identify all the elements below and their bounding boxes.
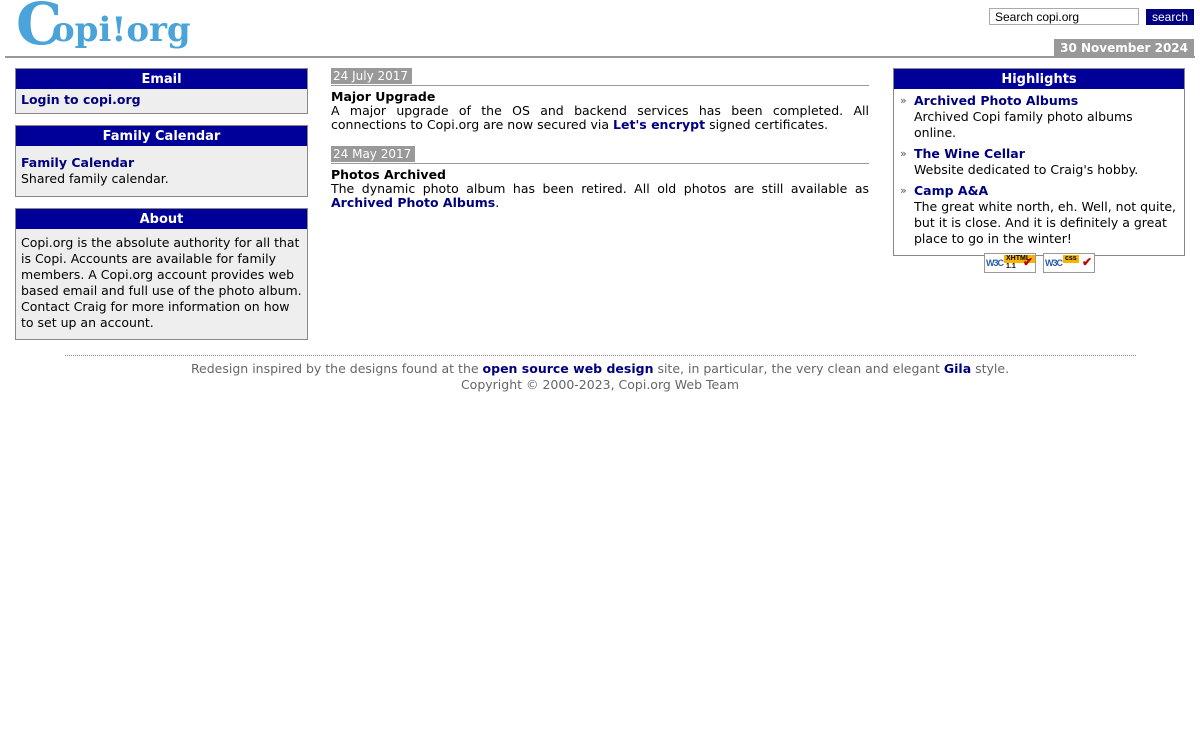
gila-link[interactable]: Gila	[944, 361, 971, 376]
about-box-title: About	[16, 209, 307, 229]
highlight-link-camp-aa[interactable]: Camp A&A	[914, 183, 988, 198]
news-date: 24 July 2017	[331, 68, 413, 84]
copyright: Copyright © 2000-2023, Copi.org Web Team	[460, 377, 740, 392]
calendar-description: Shared family calendar.	[21, 171, 169, 186]
news-item: 24 May 2017 Photos Archived The dynamic …	[331, 146, 869, 210]
lets-encrypt-link[interactable]: Let's encrypt	[613, 117, 705, 132]
news-title: Major Upgrade	[331, 89, 436, 104]
highlight-item: » Archived Photo Albums Archived Copi fa…	[898, 93, 1178, 141]
footer-divider	[65, 355, 1136, 356]
about-box: About Copi.org is the absolute authority…	[15, 208, 308, 340]
checkmark-icon: ✔	[1022, 255, 1033, 269]
highlight-item: » The Wine Cellar Website dedicated to C…	[898, 146, 1178, 178]
highlights-box: Highlights » Archived Photo Albums Archi…	[893, 68, 1185, 256]
family-calendar-link[interactable]: Family Calendar	[21, 155, 134, 170]
footer-credits: Redesign inspired by the designs found a…	[190, 361, 1010, 376]
highlights-title: Highlights	[894, 69, 1184, 89]
w3c-css-badge[interactable]: W3C css ✔	[1043, 253, 1095, 273]
highlight-text: Website dedicated to Craig's hobby.	[914, 162, 1139, 177]
archived-photo-albums-link[interactable]: Archived Photo Albums	[331, 195, 495, 210]
email-box-title: Email	[16, 69, 307, 89]
w3c-logo-icon: W3C	[1045, 258, 1063, 268]
search-input[interactable]	[989, 8, 1139, 25]
w3c-logo-icon: W3C	[986, 258, 1004, 268]
news-date: 24 May 2017	[331, 146, 416, 162]
header-divider	[5, 56, 1195, 58]
news-title: Photos Archived	[331, 167, 447, 182]
oswd-link[interactable]: open source web design	[483, 361, 654, 376]
footer: Redesign inspired by the designs found a…	[0, 361, 1200, 393]
bullet-icon: »	[900, 94, 907, 107]
email-box: Email Login to copi.org	[15, 68, 308, 114]
bullet-icon: »	[900, 184, 907, 197]
calendar-box: Family Calendar Family Calendar Shared f…	[15, 125, 308, 197]
news-item: 24 July 2017 Major Upgrade A major upgra…	[331, 68, 869, 132]
checkmark-icon: ✔	[1081, 255, 1092, 269]
highlight-text: Archived Copi family photo albums online…	[914, 109, 1133, 140]
news-column: 24 July 2017 Major Upgrade A major upgra…	[331, 68, 869, 224]
logo-text: opi!org	[52, 10, 191, 50]
highlight-link-wine-cellar[interactable]: The Wine Cellar	[914, 146, 1025, 161]
search-button[interactable]: search	[1146, 9, 1194, 25]
bullet-icon: »	[900, 147, 907, 160]
highlight-item: » Camp A&A The great white north, eh. We…	[898, 183, 1178, 247]
calendar-box-title: Family Calendar	[16, 126, 307, 146]
login-link[interactable]: Login to copi.org	[21, 92, 141, 107]
news-text: The dynamic photo album has been retired…	[331, 181, 869, 210]
site-logo[interactable]: C opi!org	[16, 0, 191, 54]
highlight-text: The great white north, eh. Well, not qui…	[914, 199, 1177, 246]
highlight-link-archived-photo-albums[interactable]: Archived Photo Albums	[914, 93, 1078, 108]
validation-badges: W3C XHTML 1.1 ✔ W3C css ✔	[984, 253, 1099, 273]
header: C opi!org search 30 November 2024	[0, 0, 1200, 58]
about-text: Copi.org is the absolute authority for a…	[21, 235, 302, 330]
current-date: 30 November 2024	[1054, 39, 1194, 56]
w3c-xhtml-badge[interactable]: W3C XHTML 1.1 ✔	[984, 253, 1036, 273]
news-text: A major upgrade of the OS and backend se…	[331, 103, 869, 132]
